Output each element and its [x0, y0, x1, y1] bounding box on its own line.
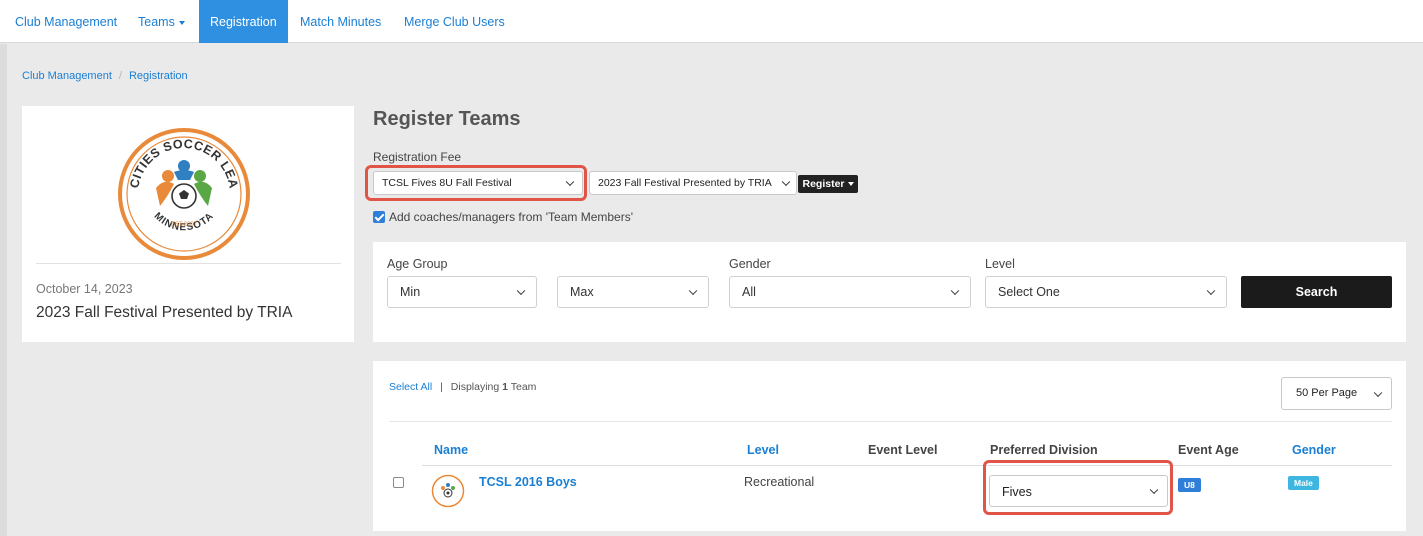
team-count: 1: [502, 381, 508, 393]
column-header-event-level: Event Level: [868, 443, 938, 457]
age-max-value: Max: [570, 285, 594, 299]
level-value: Select One: [998, 285, 1060, 299]
register-button[interactable]: Register: [798, 175, 858, 193]
event-date: October 14, 2023: [36, 282, 133, 296]
results-divider-line: [389, 421, 1392, 422]
nav-teams[interactable]: Teams: [138, 0, 185, 43]
top-navigation: Club Management Teams Registration Match…: [0, 0, 1423, 43]
chevron-down-icon: [565, 177, 575, 187]
column-header-event-age: Event Age: [1178, 443, 1239, 457]
results-summary: Select All | Displaying 1 Team: [389, 381, 536, 393]
register-button-label: Register: [802, 178, 845, 190]
preferred-division-select[interactable]: Fives: [989, 475, 1168, 507]
event-select[interactable]: 2023 Fall Festival Presented by TRIA: [589, 171, 797, 195]
column-header-gender[interactable]: Gender: [1292, 443, 1336, 457]
chevron-down-icon: [516, 286, 526, 296]
chevron-down-icon: [1149, 485, 1159, 495]
chevron-down-icon: [1206, 286, 1216, 296]
nav-teams-label: Teams: [138, 15, 175, 29]
nav-merge-club-users[interactable]: Merge Club Users: [404, 0, 505, 43]
per-page-select[interactable]: 50 Per Page: [1281, 377, 1392, 410]
caret-down-icon: [847, 182, 854, 187]
registration-fee-value: TCSL Fives 8U Fall Festival: [382, 177, 512, 189]
breadcrumb-registration[interactable]: Registration: [129, 70, 188, 82]
displaying-suffix: Team: [510, 381, 537, 393]
age-max-select[interactable]: Max: [557, 276, 709, 308]
add-coaches-checkbox[interactable]: [373, 210, 385, 223]
gender-value: All: [742, 285, 756, 299]
league-logo: TWIN CITIES SOCCER LEAGUES MINNESOTA EST…: [110, 115, 252, 262]
breadcrumb: Club Management / Registration: [22, 70, 188, 82]
preferred-division-value: Fives: [1002, 485, 1032, 499]
add-coaches-label: Add coaches/managers from 'Team Members': [389, 209, 634, 224]
registration-fee-select[interactable]: TCSL Fives 8U Fall Festival: [373, 171, 583, 195]
chevron-down-icon: [950, 286, 960, 296]
level-select[interactable]: Select One: [985, 276, 1227, 308]
column-header-level[interactable]: Level: [747, 443, 779, 457]
column-header-name[interactable]: Name: [434, 443, 468, 457]
chevron-down-icon: [1373, 388, 1383, 397]
search-button[interactable]: Search: [1241, 276, 1392, 308]
breadcrumb-separator: /: [118, 70, 122, 82]
displaying-prefix: Displaying: [450, 381, 500, 393]
table-header-line: [422, 465, 1392, 466]
breadcrumb-club-management[interactable]: Club Management: [22, 70, 112, 82]
gender-select[interactable]: All: [729, 276, 971, 308]
event-select-value: 2023 Fall Festival Presented by TRIA: [598, 177, 772, 189]
event-divider: [36, 263, 341, 264]
gender-badge: Male: [1288, 476, 1319, 490]
row-select-checkbox[interactable]: [393, 477, 404, 488]
team-level: Recreational: [744, 475, 815, 489]
event-age-badge: U8: [1178, 478, 1201, 492]
team-logo: [431, 474, 465, 508]
age-group-label: Age Group: [387, 257, 448, 271]
results-divider: |: [440, 381, 443, 393]
caret-down-icon: [178, 20, 185, 25]
logo-est: EST.2007: [171, 222, 198, 228]
chevron-down-icon: [688, 286, 698, 296]
add-coaches-option: Add coaches/managers from 'Team Members': [373, 208, 634, 224]
gender-label: Gender: [729, 257, 771, 271]
page-title: Register Teams: [373, 108, 521, 130]
per-page-value: 50 Per Page: [1296, 387, 1358, 399]
event-name: 2023 Fall Festival Presented by TRIA: [36, 304, 293, 321]
left-edge-strip: [0, 44, 7, 536]
age-min-select[interactable]: Min: [387, 276, 537, 308]
registration-fee-label: Registration Fee: [373, 150, 462, 164]
team-name-link[interactable]: TCSL 2016 Boys: [479, 475, 577, 489]
select-all-link[interactable]: Select All: [389, 381, 432, 393]
nav-match-minutes[interactable]: Match Minutes: [300, 0, 381, 43]
column-header-preferred-division: Preferred Division: [990, 443, 1098, 457]
nav-club-management[interactable]: Club Management: [15, 0, 117, 43]
nav-registration[interactable]: Registration: [199, 0, 288, 43]
age-min-value: Min: [400, 285, 421, 299]
level-label: Level: [985, 257, 1015, 271]
chevron-down-icon: [781, 177, 791, 187]
